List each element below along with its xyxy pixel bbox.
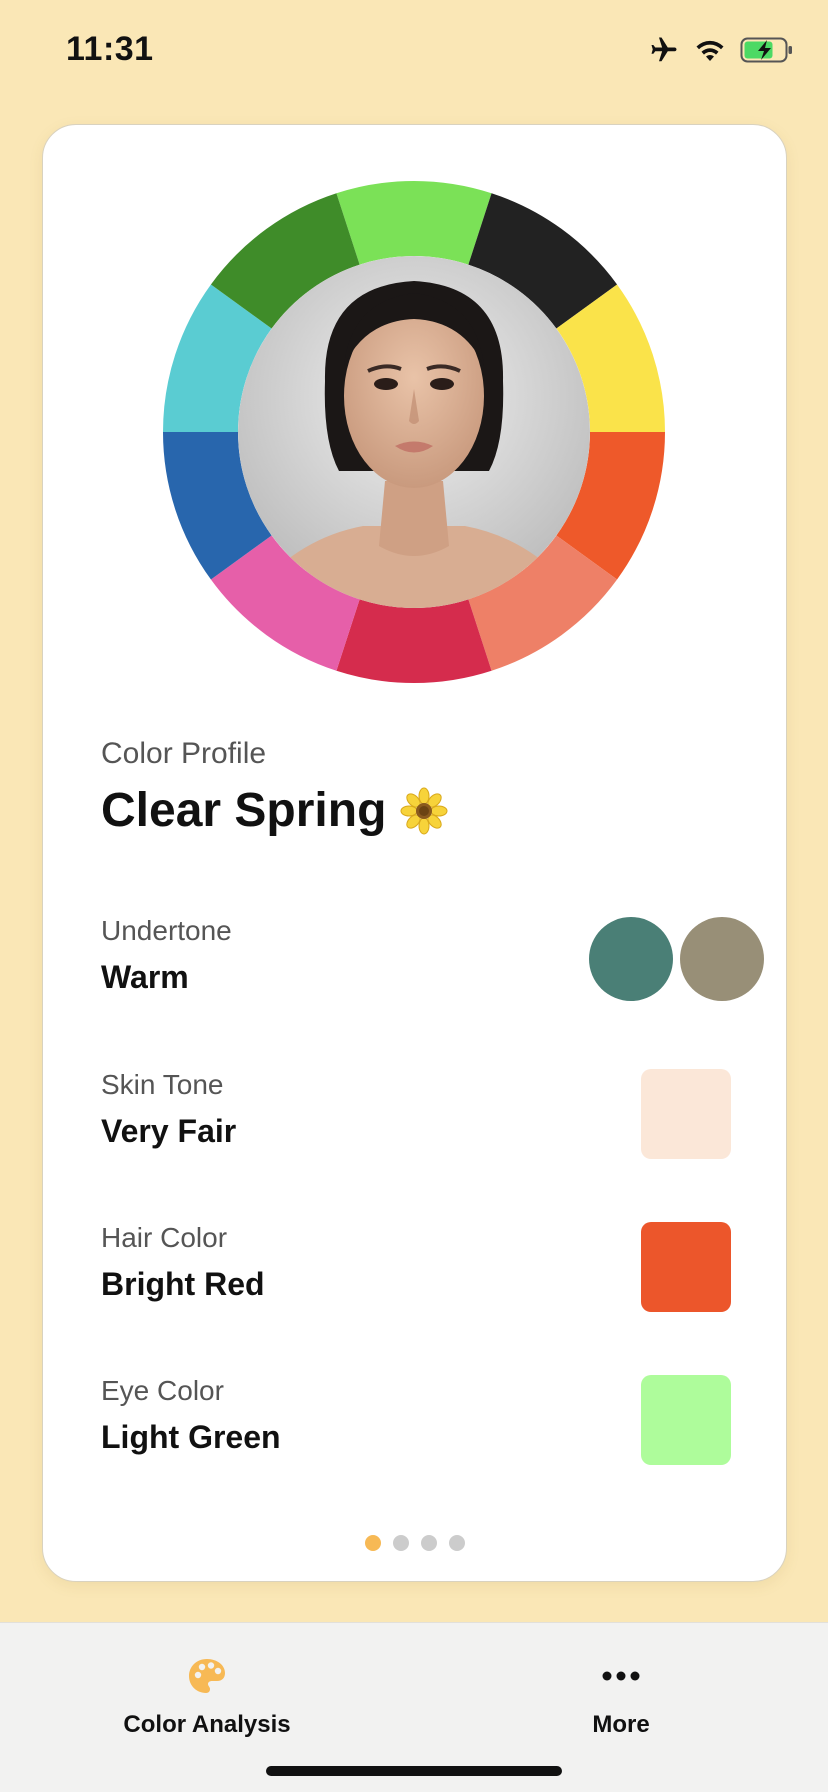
attribute-value: Very Fair — [101, 1113, 237, 1149]
eye-color-swatch — [641, 1375, 731, 1465]
attribute-label: Hair Color — [101, 1222, 228, 1253]
sunflower-icon — [400, 787, 448, 835]
attribute-eye-color: Eye Color Light Green — [101, 1375, 731, 1475]
attribute-undertone: Undertone Warm — [101, 915, 764, 1015]
page-dot-1[interactable] — [364, 1535, 381, 1551]
color-wheel — [163, 181, 665, 683]
wheel-segment — [336, 181, 492, 265]
attribute-hair-color: Hair Color Bright Red — [101, 1222, 731, 1322]
profile-name: Clear Spring — [101, 784, 387, 837]
tab-more[interactable]: More — [491, 1655, 751, 1739]
attribute-value: Bright Red — [101, 1266, 265, 1302]
battery-charging-icon — [740, 37, 794, 63]
attribute-value: Light Green — [101, 1419, 281, 1455]
attribute-value: Warm — [101, 959, 189, 995]
page-dot-2[interactable] — [392, 1535, 409, 1551]
color-profile-title: Clear Spring — [101, 783, 448, 838]
palette-icon — [77, 1655, 337, 1697]
home-indicator — [266, 1766, 562, 1776]
skin-tone-swatch — [641, 1069, 731, 1159]
undertone-swatch-1 — [589, 917, 673, 1001]
tab-label: More — [592, 1711, 650, 1738]
hair-color-swatch — [641, 1222, 731, 1312]
attribute-label: Skin Tone — [101, 1069, 224, 1100]
undertone-swatch-2 — [680, 917, 764, 1001]
attribute-label: Undertone — [101, 915, 232, 946]
wifi-icon — [694, 37, 726, 63]
color-profile-card: Color Profile Clear Spring Undertone War… — [42, 124, 787, 1582]
tab-label: Color Analysis — [123, 1711, 291, 1738]
page-indicator[interactable] — [43, 1535, 786, 1551]
airplane-mode-icon — [648, 35, 680, 65]
color-profile-caption: Color Profile — [101, 737, 267, 770]
page-dot-4[interactable] — [448, 1535, 465, 1551]
ellipsis-icon — [491, 1655, 751, 1697]
status-icons — [648, 32, 794, 68]
status-time: 11:31 — [66, 30, 154, 68]
tab-color-analysis[interactable]: Color Analysis — [77, 1655, 337, 1739]
page-dot-3[interactable] — [420, 1535, 437, 1551]
wheel-segment — [336, 599, 492, 683]
attribute-label: Eye Color — [101, 1375, 224, 1406]
status-bar: 11:31 — [0, 0, 828, 100]
attribute-skin-tone: Skin Tone Very Fair — [101, 1069, 731, 1169]
